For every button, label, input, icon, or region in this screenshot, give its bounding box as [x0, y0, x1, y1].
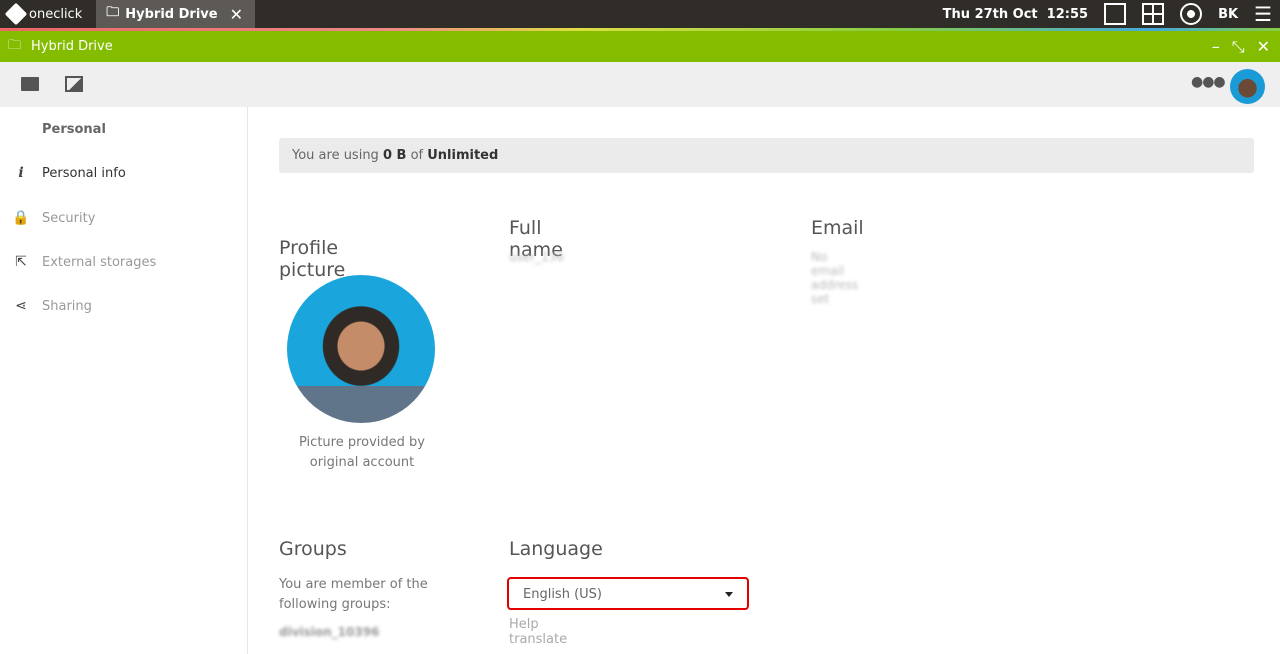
taskbar-tab-hybrid-drive[interactable]: 🗀 Hybrid Drive ✕ [96, 0, 255, 28]
close-icon[interactable]: ✕ [1257, 37, 1270, 57]
language-title: Language [509, 538, 603, 560]
sidebar-heading: Personal [42, 122, 106, 137]
files-folder-icon[interactable] [21, 77, 39, 91]
full-name-value[interactable]: user_136 [509, 250, 564, 264]
fullscreen-icon[interactable] [1104, 3, 1127, 25]
logo-icon [4, 2, 28, 26]
gallery-image-icon[interactable] [65, 76, 83, 92]
email-title: Email [811, 217, 864, 239]
folder-icon: 🗀 [106, 5, 120, 20]
email-value[interactable]: No email address set [811, 250, 858, 306]
minimize-icon[interactable]: – [1212, 37, 1220, 57]
user-avatar[interactable] [1230, 69, 1265, 104]
folder-icon: 🗀 [8, 37, 22, 53]
groups-title: Groups [279, 538, 347, 560]
record-icon[interactable] [1180, 3, 1203, 25]
profile-picture-title: Profile picture [279, 237, 346, 281]
close-tab-icon[interactable]: ✕ [230, 5, 243, 24]
restore-icon[interactable]: ⤡ [1232, 37, 1245, 57]
datetime: Thu 27th Oct 12:55 [942, 6, 1089, 22]
sidebar: Personal i Personal info 🔒 Security ⇱ Exter… [0, 107, 248, 654]
profile-picture-caption: Picture provided by original account [299, 435, 425, 470]
groups-text: You are member of the following groups: [279, 577, 428, 612]
menu-icon[interactable]: ☰ [1254, 2, 1272, 26]
share-icon: ⋖ [15, 298, 27, 314]
sidebar-item-personal-info[interactable]: i Personal info [0, 158, 247, 188]
group-name: division_10396 [279, 625, 380, 639]
sidebar-item-sharing[interactable]: ⋖ Sharing [0, 291, 247, 321]
external-link-icon: ⇱ [15, 254, 27, 270]
info-icon: i [18, 165, 24, 181]
sidebar-item-external-storages[interactable]: ⇱ External storages [0, 247, 247, 277]
oneclick-logo[interactable]: oneclick [0, 0, 90, 28]
toolbar: ●●● [0, 62, 1280, 107]
help-translate-link[interactable]: Help translate [509, 617, 567, 647]
sidebar-item-security[interactable]: 🔒 Security [0, 203, 247, 233]
grid-icon[interactable] [1142, 3, 1165, 25]
language-select[interactable]: English (US) [507, 577, 749, 610]
chevron-down-icon [725, 592, 733, 597]
storage-usage: You are using 0 B of Unlimited [279, 138, 1254, 173]
user-initials[interactable]: BK [1218, 7, 1238, 22]
taskbar: oneclick 🗀 Hybrid Drive ✕ Thu 27th Oct 12:… [0, 0, 1280, 28]
more-options-icon[interactable]: ●●● [1191, 74, 1226, 90]
window-title: Hybrid Drive [31, 39, 113, 54]
window-titlebar: 🗀 Hybrid Drive – ⤡ ✕ [0, 31, 1280, 62]
lock-icon: 🔒 [12, 210, 30, 226]
profile-picture[interactable] [287, 275, 435, 423]
